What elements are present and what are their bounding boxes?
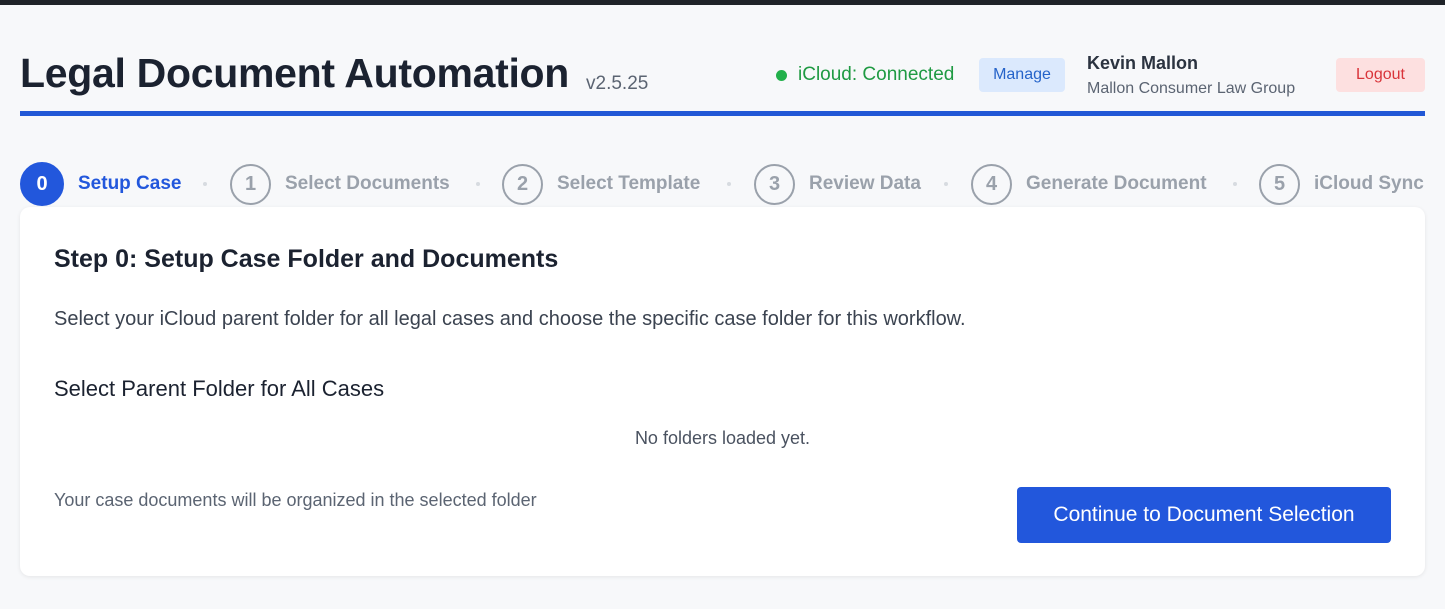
- app-header: Legal Document Automation v2.5.25 iCloud…: [20, 40, 1425, 115]
- status-dot-icon: [776, 69, 787, 81]
- step-number: 3: [754, 163, 795, 205]
- step-label: iCloud Sync: [1314, 173, 1424, 194]
- window-top-strip: [0, 0, 1445, 5]
- step-select-template[interactable]: 2 Select Template: [502, 160, 700, 208]
- step-number: 4: [971, 163, 1012, 205]
- step-label: Select Template: [557, 173, 701, 194]
- step-separator: [944, 182, 948, 186]
- step-separator: [476, 182, 480, 186]
- step-select-documents[interactable]: 1 Select Documents: [230, 160, 450, 208]
- step-number: 2: [502, 163, 543, 205]
- user-organization: Mallon Consumer Law Group: [1087, 80, 1296, 97]
- step-label: Review Data: [809, 173, 921, 194]
- card-description: Select your iCloud parent folder for all…: [54, 308, 966, 330]
- step-label: Generate Document: [1026, 173, 1207, 194]
- step-number: 0: [20, 162, 64, 206]
- step-generate-document[interactable]: 4 Generate Document: [971, 160, 1207, 208]
- header-divider: [20, 111, 1425, 116]
- step-review-data[interactable]: 3 Review Data: [754, 160, 921, 208]
- step-label: Setup Case: [78, 173, 182, 194]
- card-title: Step 0: Setup Case Folder and Documents: [54, 245, 559, 273]
- setup-case-card: Step 0: Setup Case Folder and Documents …: [20, 207, 1425, 576]
- logout-button[interactable]: Logout: [1336, 58, 1425, 92]
- step-number: 5: [1259, 163, 1300, 205]
- workflow-stepper: 0 Setup Case 1 Select Documents 2 Select…: [0, 160, 1445, 208]
- icloud-status-text: iCloud: Connected: [798, 64, 955, 85]
- parent-folder-section-title: Select Parent Folder for All Cases: [54, 376, 385, 401]
- step-separator: [727, 182, 731, 186]
- step-icloud-sync[interactable]: 5 iCloud Sync: [1259, 160, 1424, 208]
- user-name: Kevin Mallon: [1087, 53, 1199, 73]
- step-separator: [203, 182, 207, 186]
- step-label: Select Documents: [285, 173, 450, 194]
- step-number: 1: [230, 163, 271, 205]
- manage-button[interactable]: Manage: [979, 58, 1065, 92]
- step-separator: [1233, 182, 1237, 186]
- icloud-status: iCloud: Connected: [776, 64, 954, 86]
- app-version: v2.5.25: [586, 73, 649, 94]
- step-setup-case[interactable]: 0 Setup Case: [20, 160, 181, 208]
- app-title: Legal Document Automation: [20, 50, 570, 96]
- folders-empty-state: No folders loaded yet.: [634, 428, 811, 448]
- continue-button[interactable]: Continue to Document Selection: [1017, 487, 1391, 543]
- footer-note: Your case documents will be organized in…: [54, 490, 537, 510]
